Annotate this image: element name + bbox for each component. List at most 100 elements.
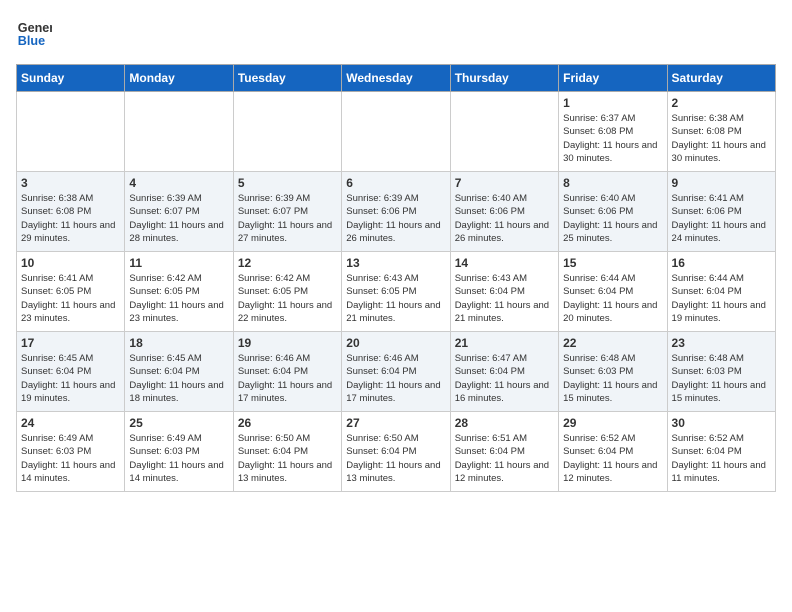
day-info: Sunrise: 6:39 AMSunset: 6:06 PMDaylight:… bbox=[346, 192, 445, 245]
day-info: Sunrise: 6:42 AMSunset: 6:05 PMDaylight:… bbox=[238, 272, 337, 325]
day-info: Sunrise: 6:38 AMSunset: 6:08 PMDaylight:… bbox=[21, 192, 120, 245]
day-number: 3 bbox=[21, 176, 120, 190]
calendar-cell: 23 Sunrise: 6:48 AMSunset: 6:03 PMDayligh… bbox=[667, 332, 775, 412]
day-number: 19 bbox=[238, 336, 337, 350]
day-number: 4 bbox=[129, 176, 228, 190]
day-info: Sunrise: 6:47 AMSunset: 6:04 PMDaylight:… bbox=[455, 352, 554, 405]
day-number: 24 bbox=[21, 416, 120, 430]
calendar-cell: 6Sunrise: 6:39 AMSunset: 6:06 PMDaylight… bbox=[342, 172, 450, 252]
calendar-cell: 14 Sunrise: 6:43 AMSunset: 6:04 PMDayligh… bbox=[450, 252, 558, 332]
weekday-header-saturday: Saturday bbox=[667, 65, 775, 92]
calendar-cell: 10 Sunrise: 6:41 AMSunset: 6:05 PMDayligh… bbox=[17, 252, 125, 332]
day-info: Sunrise: 6:50 AMSunset: 6:04 PMDaylight:… bbox=[238, 432, 337, 485]
day-info: Sunrise: 6:48 AMSunset: 6:03 PMDaylight:… bbox=[563, 352, 662, 405]
calendar-row-4: 24 Sunrise: 6:49 AMSunset: 6:03 PMDayligh… bbox=[17, 412, 776, 492]
day-info: Sunrise: 6:40 AMSunset: 6:06 PMDaylight:… bbox=[455, 192, 554, 245]
day-info: Sunrise: 6:39 AMSunset: 6:07 PMDaylight:… bbox=[129, 192, 228, 245]
calendar-cell: 15Sunrise: 6:44 AMSunset: 6:04 PMDayligh… bbox=[559, 252, 667, 332]
day-number: 25 bbox=[129, 416, 228, 430]
day-number: 23 bbox=[672, 336, 771, 350]
day-info: Sunrise: 6:45 AMSunset: 6:04 PMDaylight:… bbox=[21, 352, 120, 405]
page-header: General Blue bbox=[16, 16, 776, 52]
day-number: 18 bbox=[129, 336, 228, 350]
day-info: Sunrise: 6:50 AMSunset: 6:04 PMDaylight:… bbox=[346, 432, 445, 485]
weekday-header-friday: Friday bbox=[559, 65, 667, 92]
calendar-cell: 8 Sunrise: 6:40 AMSunset: 6:06 PMDaylight… bbox=[559, 172, 667, 252]
weekday-header-monday: Monday bbox=[125, 65, 233, 92]
calendar-cell: 13 Sunrise: 6:43 AMSunset: 6:05 PMDayligh… bbox=[342, 252, 450, 332]
day-number: 7 bbox=[455, 176, 554, 190]
day-info: Sunrise: 6:48 AMSunset: 6:03 PMDaylight:… bbox=[672, 352, 771, 405]
calendar-cell: 11 Sunrise: 6:42 AMSunset: 6:05 PMDayligh… bbox=[125, 252, 233, 332]
day-number: 12 bbox=[238, 256, 337, 270]
calendar-row-3: 17 Sunrise: 6:45 AMSunset: 6:04 PMDayligh… bbox=[17, 332, 776, 412]
calendar-cell bbox=[17, 92, 125, 172]
calendar-cell: 17 Sunrise: 6:45 AMSunset: 6:04 PMDayligh… bbox=[17, 332, 125, 412]
day-number: 29 bbox=[563, 416, 662, 430]
day-info: Sunrise: 6:46 AMSunset: 6:04 PMDaylight:… bbox=[238, 352, 337, 405]
calendar-cell: 22 Sunrise: 6:48 AMSunset: 6:03 PMDayligh… bbox=[559, 332, 667, 412]
weekday-header-row: SundayMondayTuesdayWednesdayThursdayFrid… bbox=[17, 65, 776, 92]
day-number: 15 bbox=[563, 256, 662, 270]
day-number: 2 bbox=[672, 96, 771, 110]
calendar-cell: 5Sunrise: 6:39 AMSunset: 6:07 PMDaylight… bbox=[233, 172, 341, 252]
day-number: 14 bbox=[455, 256, 554, 270]
calendar-cell: 19 Sunrise: 6:46 AMSunset: 6:04 PMDayligh… bbox=[233, 332, 341, 412]
calendar-cell: 2 Sunrise: 6:38 AMSunset: 6:08 PMDaylight… bbox=[667, 92, 775, 172]
day-number: 21 bbox=[455, 336, 554, 350]
calendar-table: SundayMondayTuesdayWednesdayThursdayFrid… bbox=[16, 64, 776, 492]
calendar-cell: 25 Sunrise: 6:49 AMSunset: 6:03 PMDayligh… bbox=[125, 412, 233, 492]
day-info: Sunrise: 6:40 AMSunset: 6:06 PMDaylight:… bbox=[563, 192, 662, 245]
calendar-cell: 1 Sunrise: 6:37 AMSunset: 6:08 PMDaylight… bbox=[559, 92, 667, 172]
day-info: Sunrise: 6:43 AMSunset: 6:05 PMDaylight:… bbox=[346, 272, 445, 325]
day-number: 8 bbox=[563, 176, 662, 190]
day-info: Sunrise: 6:49 AMSunset: 6:03 PMDaylight:… bbox=[129, 432, 228, 485]
day-info: Sunrise: 6:49 AMSunset: 6:03 PMDaylight:… bbox=[21, 432, 120, 485]
day-info: Sunrise: 6:52 AMSunset: 6:04 PMDaylight:… bbox=[563, 432, 662, 485]
day-number: 28 bbox=[455, 416, 554, 430]
day-info: Sunrise: 6:41 AMSunset: 6:05 PMDaylight:… bbox=[21, 272, 120, 325]
calendar-cell: 26Sunrise: 6:50 AMSunset: 6:04 PMDayligh… bbox=[233, 412, 341, 492]
calendar-cell: 21 Sunrise: 6:47 AMSunset: 6:04 PMDayligh… bbox=[450, 332, 558, 412]
logo: General Blue bbox=[16, 16, 52, 52]
day-number: 13 bbox=[346, 256, 445, 270]
calendar-cell: 30 Sunrise: 6:52 AMSunset: 6:04 PMDayligh… bbox=[667, 412, 775, 492]
day-number: 16 bbox=[672, 256, 771, 270]
day-info: Sunrise: 6:52 AMSunset: 6:04 PMDaylight:… bbox=[672, 432, 771, 485]
calendar-row-1: 3 Sunrise: 6:38 AMSunset: 6:08 PMDaylight… bbox=[17, 172, 776, 252]
day-number: 10 bbox=[21, 256, 120, 270]
day-info: Sunrise: 6:45 AMSunset: 6:04 PMDaylight:… bbox=[129, 352, 228, 405]
calendar-cell bbox=[125, 92, 233, 172]
day-info: Sunrise: 6:39 AMSunset: 6:07 PMDaylight:… bbox=[238, 192, 337, 245]
day-number: 9 bbox=[672, 176, 771, 190]
day-number: 1 bbox=[563, 96, 662, 110]
weekday-header-wednesday: Wednesday bbox=[342, 65, 450, 92]
calendar-cell: 24 Sunrise: 6:49 AMSunset: 6:03 PMDayligh… bbox=[17, 412, 125, 492]
calendar-cell bbox=[342, 92, 450, 172]
logo-icon: General Blue bbox=[16, 16, 52, 52]
calendar-cell: 4 Sunrise: 6:39 AMSunset: 6:07 PMDaylight… bbox=[125, 172, 233, 252]
day-number: 27 bbox=[346, 416, 445, 430]
day-number: 22 bbox=[563, 336, 662, 350]
day-info: Sunrise: 6:43 AMSunset: 6:04 PMDaylight:… bbox=[455, 272, 554, 325]
calendar-cell bbox=[450, 92, 558, 172]
day-info: Sunrise: 6:42 AMSunset: 6:05 PMDaylight:… bbox=[129, 272, 228, 325]
calendar-cell: 20Sunrise: 6:46 AMSunset: 6:04 PMDayligh… bbox=[342, 332, 450, 412]
calendar-cell: 7 Sunrise: 6:40 AMSunset: 6:06 PMDaylight… bbox=[450, 172, 558, 252]
calendar-cell: 9Sunrise: 6:41 AMSunset: 6:06 PMDaylight… bbox=[667, 172, 775, 252]
day-number: 17 bbox=[21, 336, 120, 350]
weekday-header-tuesday: Tuesday bbox=[233, 65, 341, 92]
day-info: Sunrise: 6:37 AMSunset: 6:08 PMDaylight:… bbox=[563, 112, 662, 165]
day-number: 20 bbox=[346, 336, 445, 350]
calendar-cell: 28 Sunrise: 6:51 AMSunset: 6:04 PMDayligh… bbox=[450, 412, 558, 492]
calendar-cell: 16Sunrise: 6:44 AMSunset: 6:04 PMDayligh… bbox=[667, 252, 775, 332]
calendar-cell: 27 Sunrise: 6:50 AMSunset: 6:04 PMDayligh… bbox=[342, 412, 450, 492]
calendar-row-2: 10 Sunrise: 6:41 AMSunset: 6:05 PMDayligh… bbox=[17, 252, 776, 332]
day-info: Sunrise: 6:51 AMSunset: 6:04 PMDaylight:… bbox=[455, 432, 554, 485]
day-info: Sunrise: 6:38 AMSunset: 6:08 PMDaylight:… bbox=[672, 112, 771, 165]
day-number: 30 bbox=[672, 416, 771, 430]
weekday-header-thursday: Thursday bbox=[450, 65, 558, 92]
calendar-cell bbox=[233, 92, 341, 172]
day-number: 11 bbox=[129, 256, 228, 270]
calendar-cell: 12 Sunrise: 6:42 AMSunset: 6:05 PMDayligh… bbox=[233, 252, 341, 332]
